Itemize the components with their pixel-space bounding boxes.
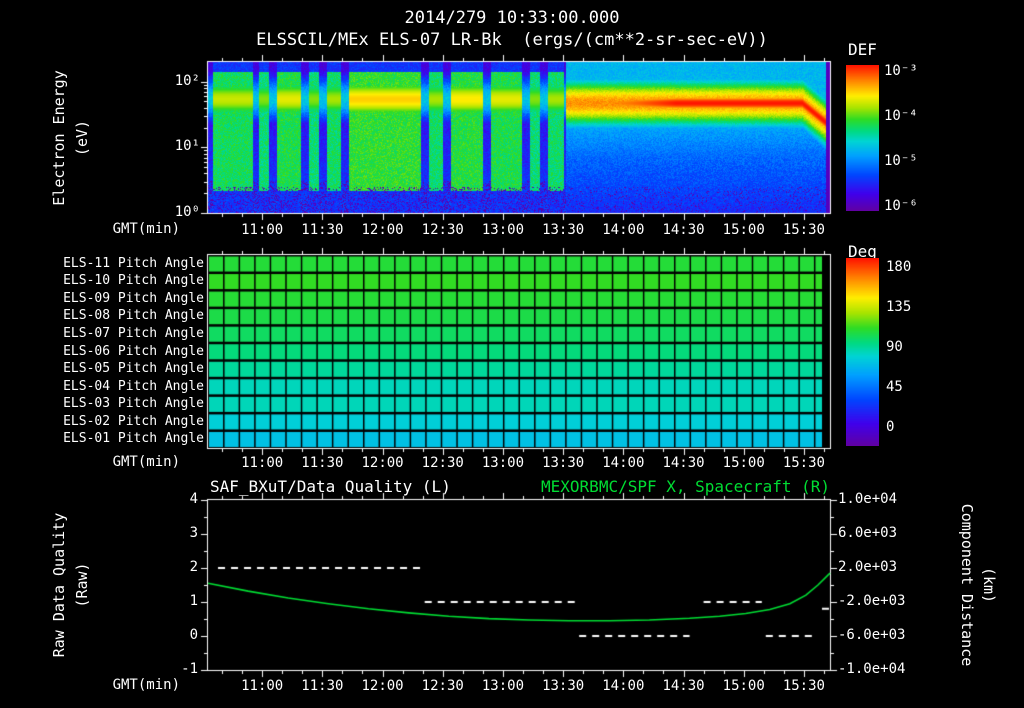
electron-energy-axis-label: Electron Energy — [50, 70, 68, 206]
pitch-row-label: ELS-02 Pitch Angle — [63, 413, 204, 429]
time-tick-label: 14:30 — [662, 678, 705, 694]
km-units-label: (km) — [980, 566, 998, 604]
time-tick-label: 12:00 — [361, 222, 404, 238]
pitch-row-label: ELS-08 Pitch Angle — [63, 308, 204, 324]
time-tick-label: 15:30 — [782, 678, 825, 694]
time-tick-label: 13:00 — [481, 222, 525, 238]
time-tick-label: 12:30 — [421, 678, 464, 694]
time-tick-label: 13:30 — [542, 222, 585, 238]
energy-tick-label: 10² — [174, 72, 200, 89]
distance-tick-label: 6.0e+03 — [838, 525, 898, 541]
time-tick-label: 13:00 — [481, 678, 525, 694]
time-tick-label: 12:30 — [421, 455, 464, 471]
quality-tick-label: 4 — [189, 491, 198, 507]
energy-tick-label: 10⁰ — [174, 204, 200, 220]
pitch-row-label: ELS-04 Pitch Angle — [63, 378, 204, 394]
gmt-axis-label-1: GMT(min) — [112, 221, 180, 237]
gmt-axis-label-3: GMT(min) — [112, 677, 180, 693]
time-tick-label: 14:00 — [602, 455, 645, 471]
pitch-row-label: ELS-09 Pitch Angle — [63, 290, 204, 306]
deg-tick-label: 45 — [886, 379, 903, 395]
quality-tick-label: 3 — [189, 525, 198, 541]
quality-distance-canvas — [198, 490, 840, 680]
time-tick-label: 12:30 — [421, 222, 464, 238]
def-tick-label: 10⁻⁵ — [884, 153, 918, 169]
electron-energy-units-label: (eV) — [73, 119, 91, 157]
time-tick-label: 11:00 — [241, 678, 284, 694]
quality-tick-label: 1 — [189, 593, 198, 609]
time-tick-label: 11:30 — [301, 222, 344, 238]
electron-energy-spectrogram-canvas — [198, 52, 840, 223]
plot-screen: 2014/279 10:33:00.000 ELSSCIL/MEx ELS-07… — [0, 0, 1024, 708]
time-tick-label: 13:30 — [542, 678, 585, 694]
time-tick-label: 11:00 — [241, 222, 284, 238]
energy-tick-label: 10¹ — [174, 138, 200, 155]
component-distance-axis-label: Component Distance — [958, 503, 976, 667]
deg-tick-label: 90 — [886, 339, 903, 355]
deg-tick-label: 0 — [886, 419, 895, 435]
time-tick-label: 15:00 — [722, 678, 765, 694]
time-tick-label: 14:30 — [662, 455, 705, 471]
deg-colorbar-canvas — [846, 258, 879, 446]
time-tick-label: 14:00 — [602, 678, 645, 694]
time-tick-label: 13:30 — [542, 455, 585, 471]
quality-tick-label: 2 — [189, 559, 198, 575]
def-tick-label: 10⁻⁴ — [884, 108, 918, 124]
quality-tick-label: -1 — [181, 661, 198, 677]
time-tick-label: 11:30 — [301, 455, 344, 471]
pitch-row-label: ELS-05 Pitch Angle — [63, 361, 204, 377]
pitch-row-label: ELS-01 Pitch Angle — [63, 431, 204, 447]
raw-data-quality-axis-label: Raw Data Quality — [50, 512, 68, 658]
quality-tick-label: 0 — [189, 627, 198, 643]
pitch-angle-canvas — [198, 245, 840, 458]
def-colorbar-title: DEF — [848, 40, 877, 59]
time-tick-label: 12:00 — [361, 455, 404, 471]
time-tick-label: 11:30 — [301, 678, 344, 694]
pitch-row-label: ELS-10 Pitch Angle — [63, 273, 204, 289]
distance-tick-label: -2.0e+03 — [838, 593, 906, 609]
time-tick-label: 15:00 — [722, 222, 765, 238]
def-colorbar-canvas — [846, 65, 879, 211]
raw-units-label: (Raw) — [73, 562, 91, 608]
pitch-row-label: ELS-07 Pitch Angle — [63, 325, 204, 341]
time-tick-label: 15:30 — [782, 455, 825, 471]
time-tick-label: 15:00 — [722, 455, 765, 471]
distance-tick-label: -6.0e+03 — [838, 627, 906, 643]
pitch-row-label: ELS-11 Pitch Angle — [63, 255, 204, 271]
distance-tick-label: -1.0e+04 — [838, 661, 906, 677]
time-tick-label: 13:00 — [481, 455, 525, 471]
time-tick-label: 14:00 — [602, 222, 645, 238]
def-tick-label: 10⁻³ — [884, 63, 918, 79]
deg-tick-label: 180 — [886, 259, 912, 275]
def-tick-label: 10⁻⁶ — [884, 198, 918, 214]
time-tick-label: 14:30 — [662, 222, 705, 238]
deg-tick-label: 135 — [886, 299, 912, 315]
pitch-row-label: ELS-03 Pitch Angle — [63, 396, 204, 412]
time-tick-label: 12:00 — [361, 678, 404, 694]
pitch-row-label: ELS-06 Pitch Angle — [63, 343, 204, 359]
time-tick-label: 15:30 — [782, 222, 825, 238]
gmt-axis-label-2: GMT(min) — [112, 454, 180, 470]
distance-tick-label: 1.0e+04 — [838, 491, 898, 507]
timestamp-title: 2014/279 10:33:00.000 — [404, 8, 620, 28]
distance-tick-label: 2.0e+03 — [838, 559, 898, 575]
time-tick-label: 11:00 — [241, 455, 284, 471]
